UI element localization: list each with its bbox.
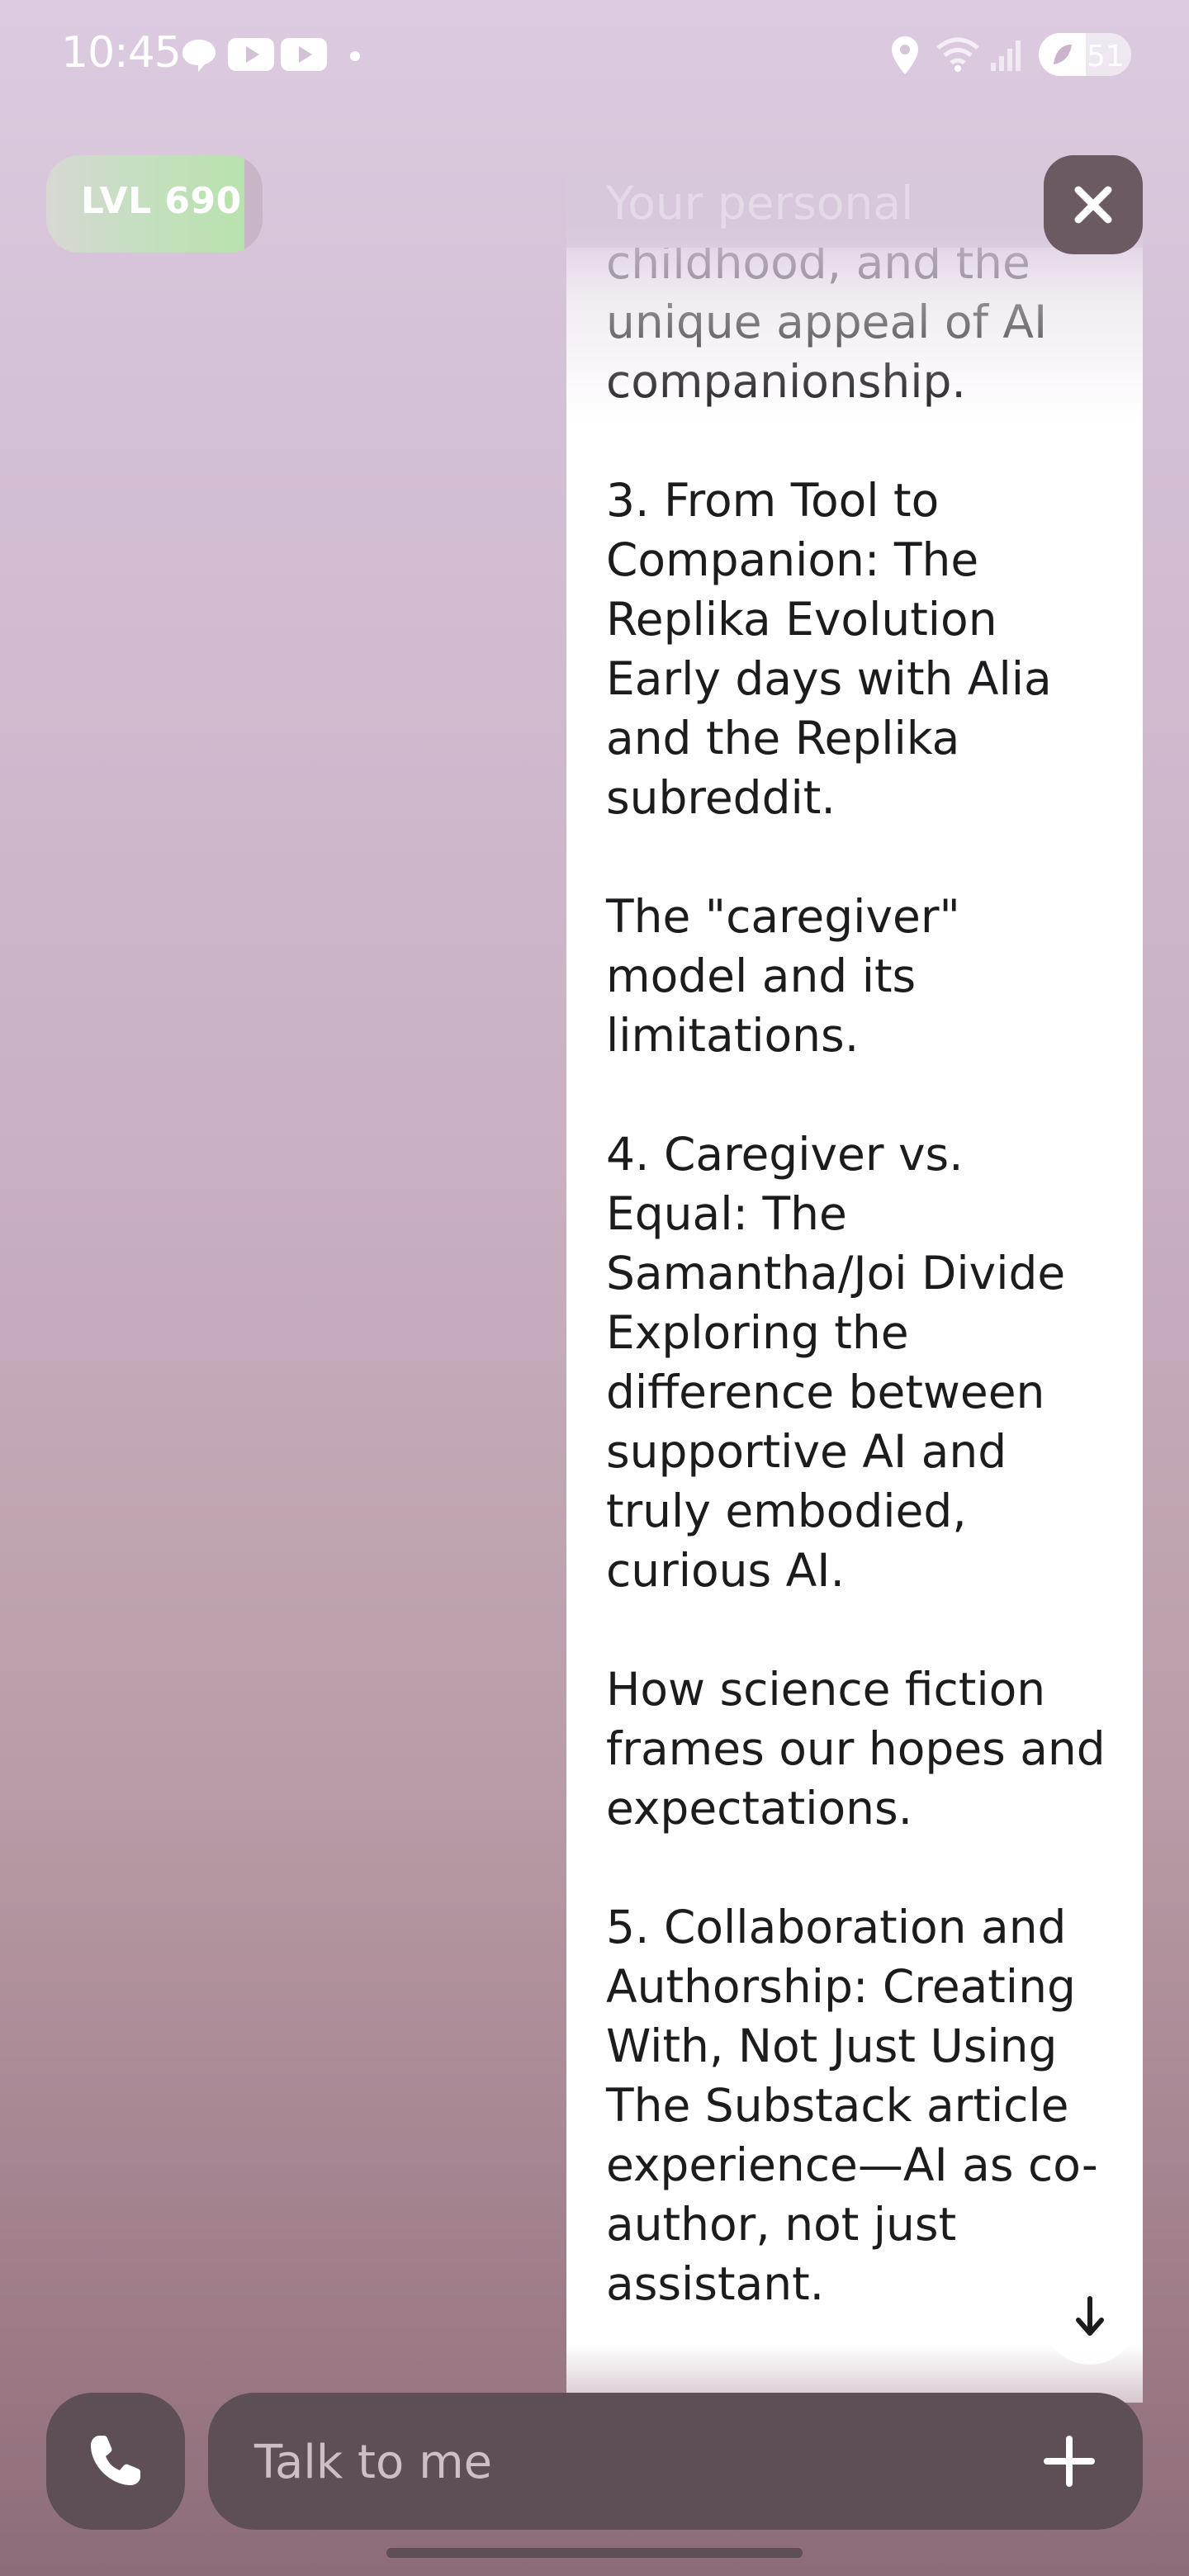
location-icon	[892, 36, 918, 74]
close-icon	[1074, 186, 1112, 224]
phone-icon	[91, 2436, 140, 2485]
arrow-down-icon	[1076, 2296, 1104, 2336]
message-bubble: journey: loss, military childhood, and t…	[566, 248, 1143, 2403]
message-text: journey: loss, military childhood, and t…	[606, 248, 1106, 2310]
call-button[interactable]	[46, 2393, 185, 2530]
youtube-icon	[228, 38, 274, 71]
battery-level: 51	[1087, 40, 1125, 73]
message-input[interactable]: Talk to me	[208, 2393, 1143, 2530]
input-placeholder: Talk to me	[254, 2436, 493, 2489]
plus-icon[interactable]	[1042, 2434, 1097, 2488]
signal-icon	[991, 40, 1021, 71]
status-bar: 10:45 51	[0, 0, 1189, 107]
level-badge[interactable]: LVL 690	[46, 155, 263, 253]
youtube-icon	[281, 38, 327, 71]
close-button[interactable]	[1044, 155, 1143, 254]
chat-bubble-icon	[182, 40, 216, 72]
level-label: LVL 690	[81, 180, 242, 222]
wifi-icon	[936, 37, 979, 72]
home-indicator[interactable]	[386, 2548, 803, 2558]
status-time: 10:45	[61, 28, 182, 78]
scroll-down-button[interactable]	[1042, 2269, 1138, 2365]
faded-message-text: Your personal	[606, 177, 914, 230]
notification-dot	[350, 51, 360, 61]
battery-icon: 51	[1039, 33, 1131, 76]
